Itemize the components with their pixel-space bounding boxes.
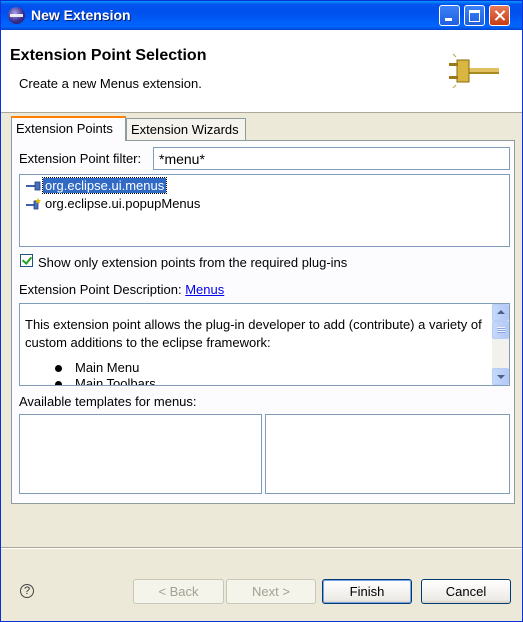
title-bar[interactable]: New Extension [1, 1, 522, 30]
close-button[interactable] [489, 5, 510, 26]
template-description [265, 414, 510, 494]
list-item-label: org.eclipse.ui.menus [41, 177, 168, 194]
extension-point-icon [26, 181, 41, 190]
page-description: Create a new Menus extension. [19, 76, 202, 91]
description-text: This extension point allows the plug-in … [25, 317, 482, 350]
description-bullets: Main Menu Main Toolbars [55, 360, 156, 385]
description-box[interactable]: This extension point allows the plug-in … [19, 303, 510, 386]
bullet-item: Main Menu [55, 360, 156, 376]
button-bar-separator [1, 547, 522, 549]
scroll-down-button[interactable] [492, 368, 509, 385]
templates-list[interactable] [19, 414, 262, 494]
minimize-button[interactable] [439, 5, 460, 26]
scroll-thumb[interactable] [492, 321, 509, 339]
window-title: New Extension [31, 7, 131, 23]
tab-extension-points[interactable]: Extension Points [11, 116, 126, 141]
show-required-label[interactable]: Show only extension points from the requ… [38, 255, 347, 270]
list-item[interactable]: org.eclipse.ui.popupMenus [26, 195, 202, 212]
filter-label: Extension Point filter: [19, 151, 142, 166]
dialog-window: New Extension Extension Point Selection … [0, 0, 523, 622]
show-required-checkbox[interactable] [20, 254, 33, 267]
templates-label: Available templates for menus: [19, 394, 197, 409]
description-link[interactable]: Menus [185, 282, 224, 297]
finish-button[interactable]: Finish [322, 579, 412, 604]
list-item-label: org.eclipse.ui.popupMenus [45, 196, 201, 211]
description-label: Extension Point Description: [19, 282, 182, 297]
extension-point-list[interactable]: org.eclipse.ui.menus org.eclipse.ui.popu… [19, 174, 510, 247]
eclipse-icon [8, 7, 25, 24]
filter-input[interactable] [153, 147, 510, 170]
next-button[interactable]: Next > [226, 579, 316, 604]
list-item[interactable]: org.eclipse.ui.menus [26, 177, 168, 194]
cancel-button[interactable]: Cancel [421, 579, 511, 604]
scroll-up-button[interactable] [492, 304, 509, 321]
tab-extension-wizards[interactable]: Extension Wizards [126, 118, 246, 140]
help-icon[interactable]: ? [20, 584, 34, 598]
page-title: Extension Point Selection [10, 47, 207, 64]
maximize-button[interactable] [464, 5, 485, 26]
vertical-scrollbar[interactable] [492, 304, 509, 385]
plug-icon [449, 53, 499, 89]
back-button[interactable]: < Back [133, 579, 224, 604]
bullet-item: Main Toolbars [55, 376, 156, 385]
description-row: Extension Point Description: Menus [19, 282, 224, 297]
extension-point-icon [26, 197, 41, 209]
wizard-header: Extension Point Selection Create a new M… [1, 30, 522, 113]
